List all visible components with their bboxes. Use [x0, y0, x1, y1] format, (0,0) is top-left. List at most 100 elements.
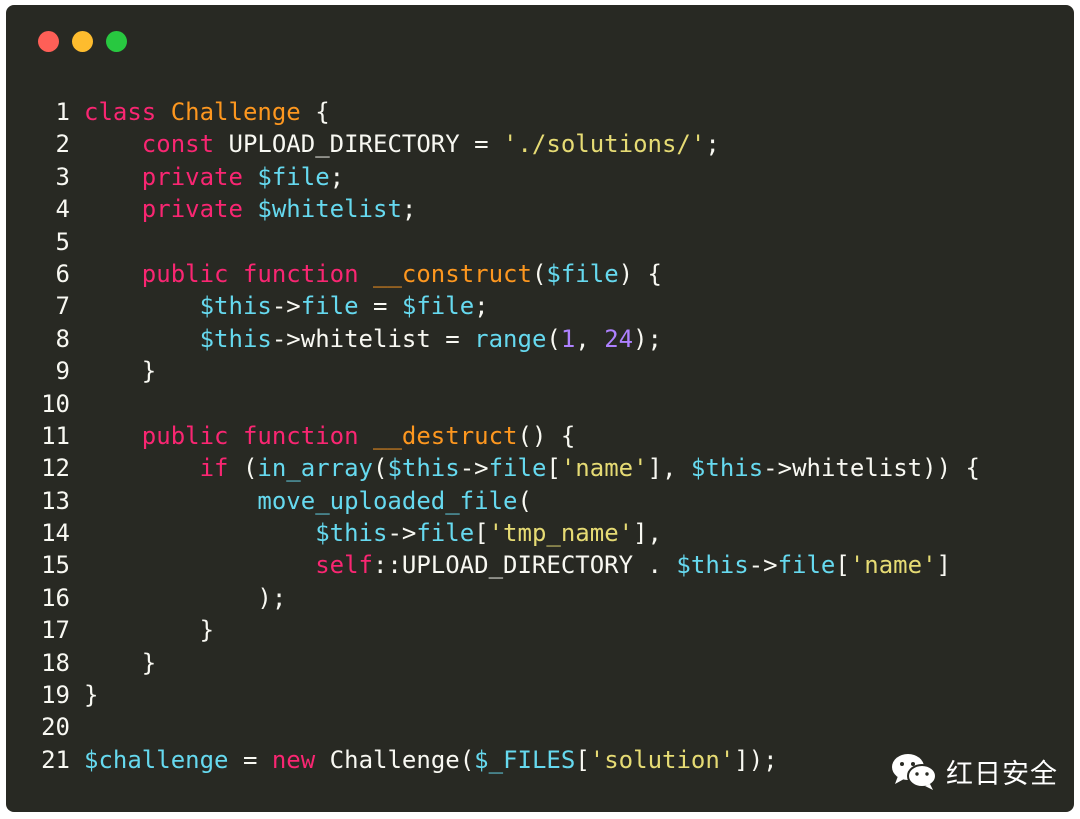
line-number: 5 — [55, 227, 70, 256]
code-token: move_uploaded_file — [257, 486, 518, 515]
code-token: -> — [459, 454, 489, 483]
code-line: 1 class Challenge { — [6, 96, 1074, 128]
code-line: 18 } — [6, 647, 1074, 679]
maximize-dot[interactable] — [106, 31, 127, 52]
code-token: ::UPLOAD_DIRECTORY . — [372, 551, 677, 580]
line-source: } — [84, 681, 98, 709]
code-token: ( — [373, 454, 388, 483]
code-token: $this — [315, 519, 388, 548]
code-token: [ — [546, 454, 561, 483]
code-token: self — [315, 551, 373, 580]
code-token: -> — [271, 292, 301, 321]
line-source: self::UPLOAD_DIRECTORY . $this->file['na… — [84, 551, 951, 579]
line-source: } — [84, 616, 214, 644]
code-token: Challenge( — [315, 745, 475, 774]
code-token: , — [575, 324, 605, 353]
line-number: 17 — [41, 616, 70, 645]
code-line: 2 const UPLOAD_DIRECTORY = './solutions/… — [6, 128, 1074, 160]
minimize-dot[interactable] — [72, 31, 93, 52]
code-token: $whitelist — [257, 195, 402, 224]
line-number: 4 — [55, 195, 70, 224]
code-token: const — [141, 130, 215, 159]
code-token: ; — [401, 195, 417, 224]
close-dot[interactable] — [38, 31, 59, 52]
window-titlebar — [6, 5, 1074, 75]
code-token: './solutions/' — [503, 130, 706, 159]
line-number: 9 — [55, 357, 70, 386]
line-number: 14 — [41, 519, 70, 548]
line-number: 8 — [55, 324, 70, 353]
code-token: ->whitelist = — [271, 324, 475, 353]
line-source: move_uploaded_file( — [84, 487, 532, 515]
watermark-text: 红日安全 — [946, 758, 1058, 790]
code-token: 'solution' — [589, 745, 735, 774]
code-token: $challenge — [84, 745, 229, 774]
code-token: [ — [575, 745, 590, 774]
code-token: Challenge — [170, 98, 301, 126]
line-number: 12 — [41, 454, 70, 483]
code-line: 6 public function __construct($file) { — [6, 258, 1074, 290]
code-token: file — [416, 519, 475, 548]
code-line: 15 self::UPLOAD_DIRECTORY . $this->file[… — [6, 549, 1074, 581]
line-source: $this->file['tmp_name'], — [84, 519, 662, 547]
code-line: 16 ); — [6, 582, 1074, 614]
code-token: $this — [199, 292, 272, 321]
code-token: ]); — [734, 745, 778, 774]
code-token: ( — [546, 324, 561, 353]
code-token: } — [84, 648, 157, 677]
line-source: class Challenge { — [84, 98, 330, 126]
code-token: file — [777, 551, 836, 580]
code-token: ( — [517, 486, 532, 515]
line-number: 20 — [41, 713, 70, 742]
code-token: ], — [633, 519, 662, 548]
code-token: private — [141, 195, 243, 224]
line-source: public function __construct($file) { — [84, 260, 662, 288]
code-token: 24 — [604, 324, 634, 353]
code-token: if — [199, 454, 229, 483]
line-number: 19 — [41, 681, 70, 710]
code-line: 11 public function __destruct() { — [6, 420, 1074, 452]
code-token: ) { — [618, 259, 663, 288]
line-source: ); — [84, 584, 286, 612]
code-token: file — [488, 454, 547, 483]
code-token: $file — [546, 259, 619, 288]
code-line: 12 if (in_array($this->file['name'], $th… — [6, 452, 1074, 484]
code-token: file — [300, 292, 359, 321]
code-token: ; — [329, 162, 345, 191]
code-token: -> — [748, 551, 778, 580]
code-token: ], — [647, 454, 691, 483]
code-token: 'tmp_name' — [488, 519, 634, 548]
code-token: = — [358, 292, 402, 321]
code-line: 8 $this->whitelist = range(1, 24); — [6, 323, 1074, 355]
line-source: private $file; — [84, 163, 344, 191]
code-line: 20 — [6, 711, 1074, 743]
line-number: 2 — [55, 130, 70, 159]
code-token: $file — [257, 162, 330, 191]
line-source: public function __destruct() { — [84, 422, 576, 450]
code-token: range — [474, 324, 547, 353]
code-token: $_FILES — [474, 745, 576, 774]
code-token: 'name' — [560, 454, 648, 483]
code-token: $this — [676, 551, 749, 580]
code-token: 'name' — [849, 551, 937, 580]
code-line: 4 private $whitelist; — [6, 193, 1074, 225]
code-token: { — [300, 98, 330, 126]
code-token: function — [242, 259, 359, 288]
code-token: in_array — [257, 454, 373, 483]
code-token: } — [84, 357, 157, 386]
line-number: 13 — [41, 486, 70, 515]
code-token: ( — [228, 454, 258, 483]
